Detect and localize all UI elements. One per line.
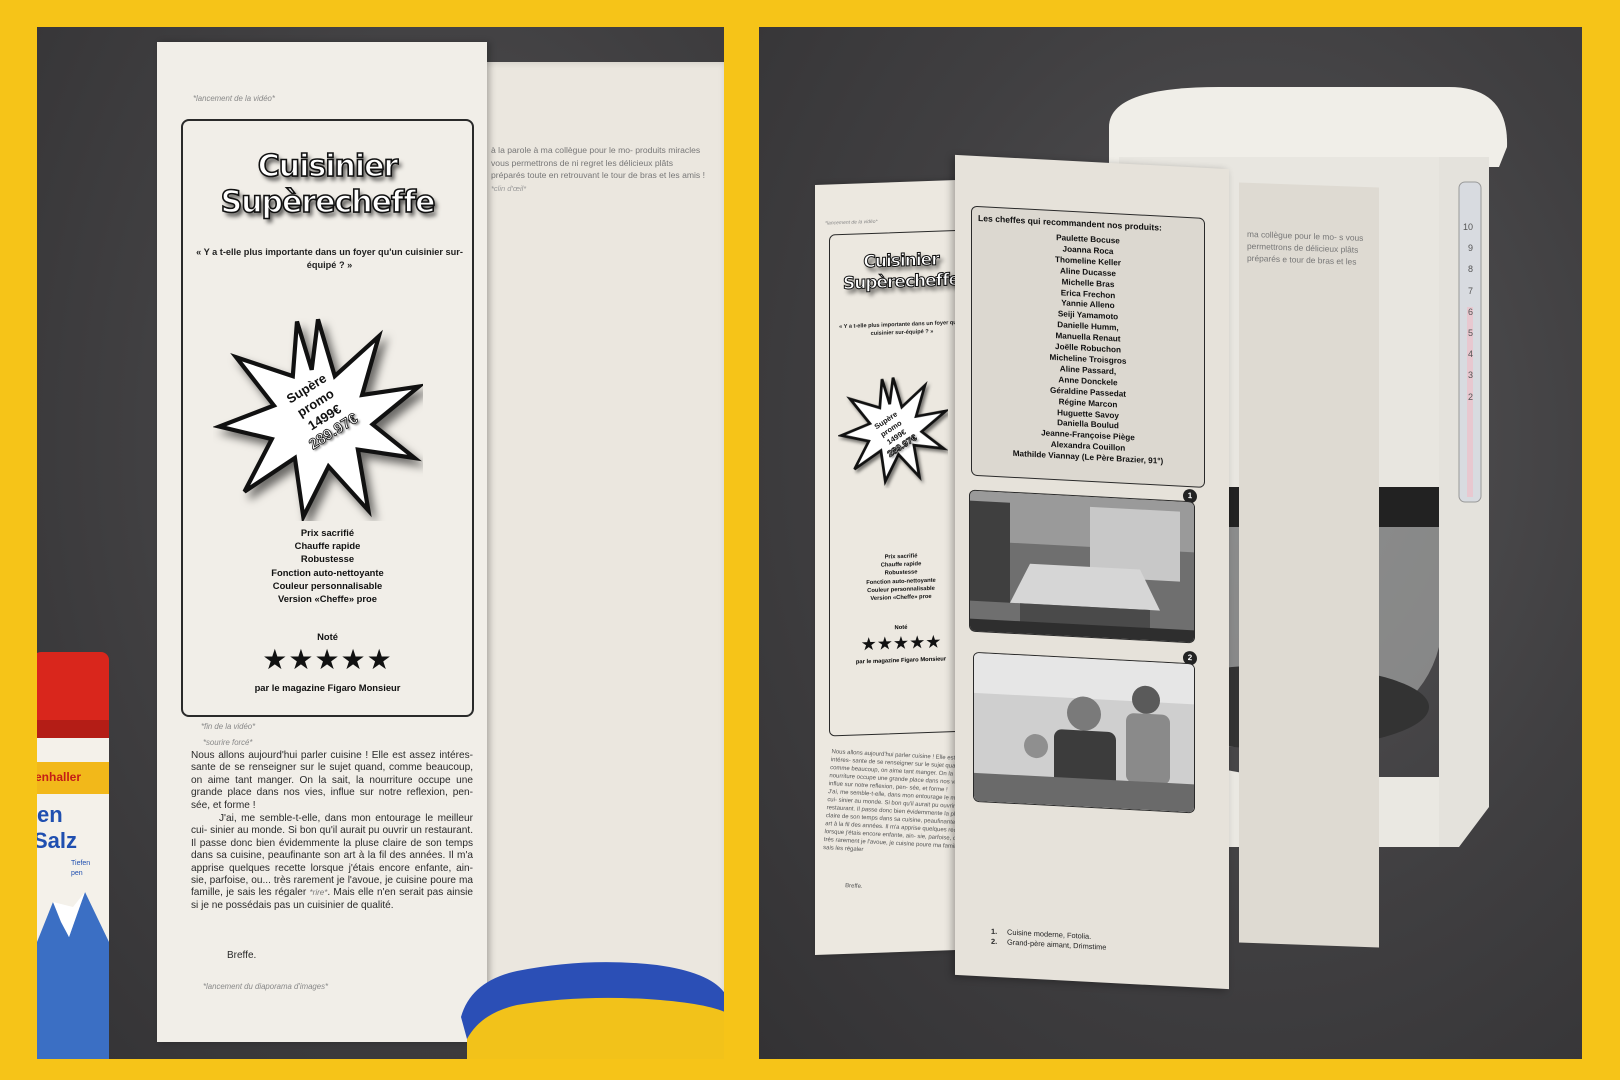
- kitchen-photo-drawing: [970, 490, 1195, 644]
- photo-panel-left: à la parole à ma collègue pour le mo- pr…: [37, 27, 724, 1059]
- salt-small-text-2: pen: [71, 870, 83, 877]
- video-start-cue-small: *lancement de la vidéo*: [825, 218, 878, 227]
- salt-label-line1: en: [37, 802, 63, 827]
- smile-cue: *sourire forcé*: [203, 738, 253, 747]
- family-cooking-photo-drawing: [974, 652, 1195, 814]
- video-end-cue: *fin de la vidéo*: [201, 722, 256, 731]
- five-stars-icon-small: ★★★★★: [860, 631, 942, 655]
- salt-brand-label: enhaller: [37, 770, 82, 784]
- advert-box: Cuisinier Supèrecheffe « Y a t-elle plus…: [181, 119, 474, 717]
- sponge: [461, 962, 724, 1059]
- rating-label: Noté: [317, 631, 338, 642]
- advert-box-small: Cuisinier Supèrecheffe « Y a t-elle plus…: [829, 229, 973, 737]
- slideshow-cue: *lancement du diaporama d'images*: [203, 982, 329, 991]
- laugh-cue: *rire*: [309, 888, 328, 898]
- rating-source: par le magazine Figaro Monsieur: [254, 682, 401, 693]
- salt-container-shape: [37, 652, 109, 1059]
- salt-label-line2: Salz: [37, 828, 78, 853]
- feature-list-small: Prix sacrifié Chauffe rapide Robustesse …: [866, 553, 936, 603]
- feature-list: Prix sacrifié Chauffe rapide Robustesse …: [271, 527, 384, 605]
- water-level-scale: 10 9 8 7 6 5 4 3 2: [1462, 222, 1473, 402]
- tagline: « Y a t-elle plus importante dans un foy…: [196, 247, 463, 270]
- wink-cue: *clin d'œil*: [491, 183, 527, 193]
- leaflet-back-page-right: ma collègue pour le mo- s vous permettro…: [1239, 182, 1379, 948]
- video-start-cue: *lancement de la vidéo*: [193, 94, 275, 103]
- salt-small-text-1: Tiefen: [71, 860, 91, 867]
- salt-container: enhaller en Salz Tiefen pen: [37, 652, 109, 1059]
- kitchen-photo: [969, 489, 1195, 644]
- tagline-small: « Y a t-elle plus importante dans un foy…: [839, 319, 965, 338]
- back-page-text: à la parole à ma collègue pour le mo- pr…: [491, 145, 706, 180]
- five-stars-icon: ★★★★★: [262, 644, 393, 675]
- brand-title: Cuisinier Supèrecheffe: [220, 148, 436, 221]
- chefs-list: Paulette Bocuse Joanna Roca Thomeline Ke…: [1012, 233, 1164, 466]
- brand-title-small: Cuisinier Supèrecheffe: [843, 249, 960, 294]
- chefs-box: Les cheffes qui recommandent nos produit…: [971, 205, 1205, 488]
- signature-small: Breffe.: [844, 883, 863, 891]
- speech-body: Nous allons aujourd'hui parler cuisine !…: [191, 750, 473, 913]
- leaflet-front-page: *lancement de la vidéo* Cuisinier Supère…: [157, 42, 487, 1042]
- leaflet-back-page: à la parole à ma collègue pour le mo- pr…: [485, 62, 724, 1020]
- paragraph-2: J'ai, me semble-t-elle, dans mon entoura…: [191, 813, 473, 911]
- rating-source-small: par le magazine Figaro Monsieur: [855, 656, 947, 666]
- photo-credits: 1. Cuisine moderne, Fotolia. 2. Grand-père…: [991, 927, 1106, 953]
- leaflet-inner-page: Les cheffes qui recommandent nos produit…: [955, 154, 1229, 990]
- paragraph-1: Nous allons aujourd'hui parler cuisine !…: [191, 750, 473, 811]
- family-cooking-photo: [973, 651, 1195, 814]
- back-page-text-right: ma collègue pour le mo- s vous permettro…: [1247, 228, 1364, 267]
- photo-panel-right: 10 9 8 7 6 5 4 3 2 ma collègue pour le m…: [759, 27, 1582, 1059]
- signature: Breffe.: [227, 950, 257, 961]
